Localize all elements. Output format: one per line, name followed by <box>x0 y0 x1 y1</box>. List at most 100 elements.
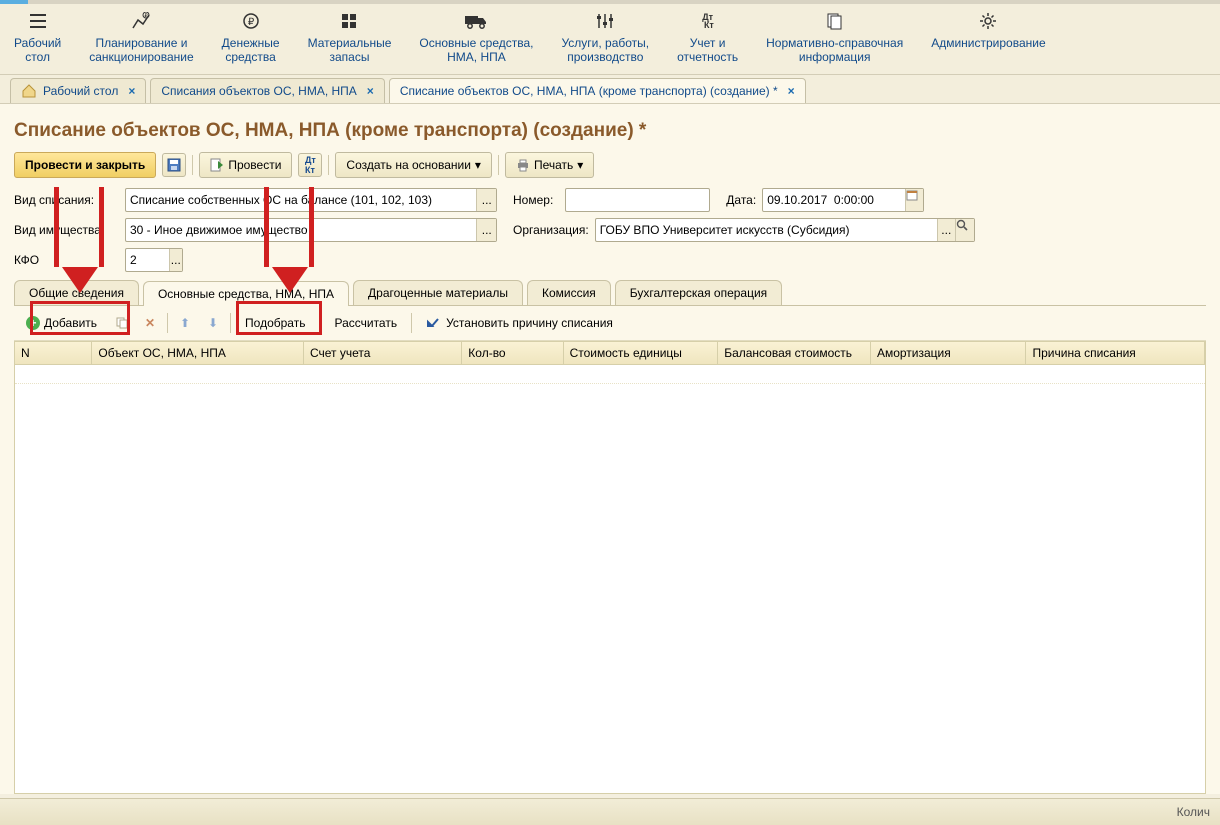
main-menu-item[interactable]: Материальные запасы <box>294 4 406 74</box>
column-header[interactable]: Счет учета <box>304 342 462 364</box>
date-input[interactable] <box>762 188 924 212</box>
ellipsis-button[interactable]: ... <box>476 219 496 241</box>
document-tab-label: Рабочий стол <box>43 84 118 98</box>
toolbar-separator <box>319 313 320 333</box>
sub-tab-label: Комиссия <box>542 286 596 300</box>
form-row-kfo: КФО ... <box>14 248 1206 272</box>
sub-tab-label: Бухгалтерская операция <box>630 286 767 300</box>
print-button[interactable]: Печать ▾ <box>505 152 594 178</box>
column-header[interactable]: Кол-во <box>462 342 563 364</box>
post-button[interactable]: Провести <box>199 152 292 178</box>
sub-tab[interactable]: Бухгалтерская операция <box>615 280 782 305</box>
column-header[interactable]: Балансовая стоимость <box>718 342 871 364</box>
menu-icon <box>14 10 61 32</box>
property-type-input[interactable]: ... <box>125 218 497 242</box>
column-header[interactable]: Стоимость единицы <box>564 342 719 364</box>
main-menu-item[interactable]: ₽Денежные средства <box>208 4 294 74</box>
toolbar-separator <box>498 155 499 175</box>
sub-tab-label: Драгоценные материалы <box>368 286 508 300</box>
move-up-button[interactable]: ⬆ <box>174 312 196 334</box>
organization-label: Организация: <box>513 223 589 237</box>
create-on-basis-button[interactable]: Создать на основании ▾ <box>335 152 492 178</box>
column-header-label: Амортизация <box>877 346 951 360</box>
add-button-label: Добавить <box>44 316 97 330</box>
sub-tab[interactable]: Драгоценные материалы <box>353 280 523 305</box>
main-menu-label: Основные средства, НМА, НПА <box>419 36 533 64</box>
number-label: Номер: <box>513 193 553 207</box>
main-menu-item[interactable]: Нормативно-справочная информация <box>752 4 917 74</box>
content-area: Списание объектов ОС, НМА, НПА (кроме тр… <box>0 103 1220 794</box>
column-header-label: N <box>21 346 30 360</box>
column-header[interactable]: N <box>15 342 92 364</box>
gear-icon <box>931 10 1045 32</box>
column-header[interactable]: Амортизация <box>871 342 1027 364</box>
set-reason-button[interactable]: Установить причину списания <box>418 312 621 334</box>
add-button[interactable]: + Добавить <box>18 312 105 334</box>
select-button[interactable]: Подобрать <box>237 312 313 334</box>
main-menu-label: Администрирование <box>931 36 1045 50</box>
main-menu-item[interactable]: ₽Планирование и санкционирование <box>75 4 207 74</box>
create-on-basis-label: Создать на основании <box>346 158 471 172</box>
ellipsis-button[interactable]: ... <box>937 219 956 241</box>
column-header-label: Кол-во <box>468 346 505 360</box>
main-menu-item[interactable]: Основные средства, НМА, НПА <box>405 4 547 74</box>
document-tab[interactable]: Списания объектов ОС, НМА, НПА× <box>150 78 384 103</box>
main-menu-item[interactable]: Дт КтУчет и отчетность <box>663 4 752 74</box>
kfo-input[interactable]: ... <box>125 248 183 272</box>
main-menu-item[interactable]: Рабочий стол <box>0 4 75 74</box>
writeoff-type-input[interactable]: ... <box>125 188 497 212</box>
form-row-writeoff-type: Вид списания: ... Номер: Дата: <box>14 188 1206 212</box>
document-tab[interactable]: Рабочий стол × <box>10 78 146 103</box>
sub-tab[interactable]: Комиссия <box>527 280 611 305</box>
toolbar-separator <box>411 313 412 333</box>
grid-body[interactable] <box>14 365 1206 794</box>
dtkt-icon: Дт Кт <box>677 10 738 32</box>
main-menu-item[interactable]: Администрирование <box>917 4 1059 74</box>
post-and-close-button[interactable]: Провести и закрыть <box>14 152 156 178</box>
document-tab[interactable]: Списание объектов ОС, НМА, НПА (кроме тр… <box>389 78 806 103</box>
truck-icon <box>419 10 533 32</box>
column-header-label: Причина списания <box>1032 346 1135 360</box>
number-input[interactable] <box>565 188 710 212</box>
property-type-label: Вид имущества: <box>14 223 119 237</box>
main-menu-label: Планирование и санкционирование <box>89 36 193 64</box>
calendar-icon[interactable] <box>905 189 923 211</box>
date-label: Дата: <box>726 193 756 207</box>
grid-empty-row <box>15 365 1205 384</box>
number-field[interactable] <box>566 190 709 210</box>
copy-button[interactable] <box>111 312 133 334</box>
select-button-label: Подобрать <box>245 316 305 330</box>
close-icon[interactable]: × <box>128 84 135 98</box>
writeoff-type-field[interactable] <box>126 190 476 210</box>
ellipsis-button[interactable]: ... <box>476 189 496 211</box>
chevron-down-icon: ▾ <box>475 158 481 172</box>
document-toolbar: Провести и закрыть Провести ДтКт Создать… <box>14 152 1206 178</box>
page-title: Списание объектов ОС, НМА, НПА (кроме тр… <box>14 120 1206 142</box>
search-icon[interactable] <box>955 219 974 241</box>
ellipsis-button[interactable]: ... <box>169 249 182 271</box>
post-button-label: Провести <box>228 158 281 172</box>
column-header[interactable]: Объект ОС, НМА, НПА <box>92 342 304 364</box>
column-header[interactable]: Причина списания <box>1026 342 1205 364</box>
property-type-field[interactable] <box>126 220 476 240</box>
main-menu-item[interactable]: Услуги, работы, производство <box>547 4 663 74</box>
move-down-button[interactable]: ⬇ <box>202 312 224 334</box>
date-field[interactable] <box>763 190 905 210</box>
toolbar-separator <box>230 313 231 333</box>
calculate-button[interactable]: Рассчитать <box>326 312 405 334</box>
save-icon[interactable] <box>162 153 186 177</box>
document-tabs-row: Рабочий стол×Списания объектов ОС, НМА, … <box>0 75 1220 103</box>
sub-tab[interactable]: Общие сведения <box>14 280 139 305</box>
organization-field[interactable] <box>596 220 937 240</box>
close-icon[interactable]: × <box>788 84 795 98</box>
print-button-label: Печать <box>534 158 573 172</box>
kfo-label: КФО <box>14 253 119 267</box>
close-icon[interactable]: × <box>367 84 374 98</box>
main-menu: Рабочий стол₽Планирование и санкциониров… <box>0 4 1220 75</box>
delete-button[interactable]: ✕ <box>139 312 161 334</box>
dtkt-icon[interactable]: ДтКт <box>298 153 322 177</box>
sub-tab[interactable]: Основные средства, НМА, НПА <box>143 281 349 306</box>
table-toolbar: + Добавить ✕ ⬆ ⬇ Подобрать Рассчитать Ус… <box>14 306 1206 341</box>
organization-input[interactable]: ... <box>595 218 975 242</box>
kfo-field[interactable] <box>126 250 169 270</box>
